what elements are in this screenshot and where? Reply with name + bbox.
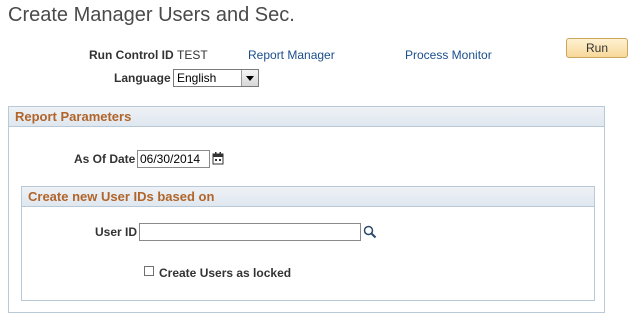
report-manager-link[interactable]: Report Manager [248, 48, 335, 62]
calendar-icon[interactable] [212, 152, 224, 165]
run-control-value: TEST [177, 48, 208, 62]
language-selected-value: English [177, 71, 217, 85]
user-id-input[interactable] [139, 223, 361, 241]
chevron-down-icon[interactable] [241, 70, 258, 86]
page-title: Create Manager Users and Sec. [8, 4, 295, 26]
user-ids-header: Create new User IDs based on [22, 187, 594, 207]
language-select[interactable]: English [173, 69, 259, 87]
user-id-label: User ID [95, 225, 138, 239]
magnifier-icon[interactable] [363, 225, 377, 239]
run-button[interactable]: Run [566, 38, 628, 58]
report-parameters-header: Report Parameters [9, 107, 604, 127]
report-parameters-title: Report Parameters [15, 109, 132, 124]
as-of-date-label: As Of Date [74, 152, 136, 166]
language-label: Language [114, 71, 171, 85]
user-ids-title: Create new User IDs based on [28, 189, 215, 204]
as-of-date-input[interactable] [137, 150, 210, 168]
user-ids-group: Create new User IDs based on [21, 186, 595, 301]
create-locked-checkbox[interactable] [144, 266, 154, 276]
create-locked-label: Create Users as locked [159, 266, 292, 280]
process-monitor-link[interactable]: Process Monitor [405, 48, 492, 62]
run-control-label: Run Control ID [89, 48, 174, 62]
